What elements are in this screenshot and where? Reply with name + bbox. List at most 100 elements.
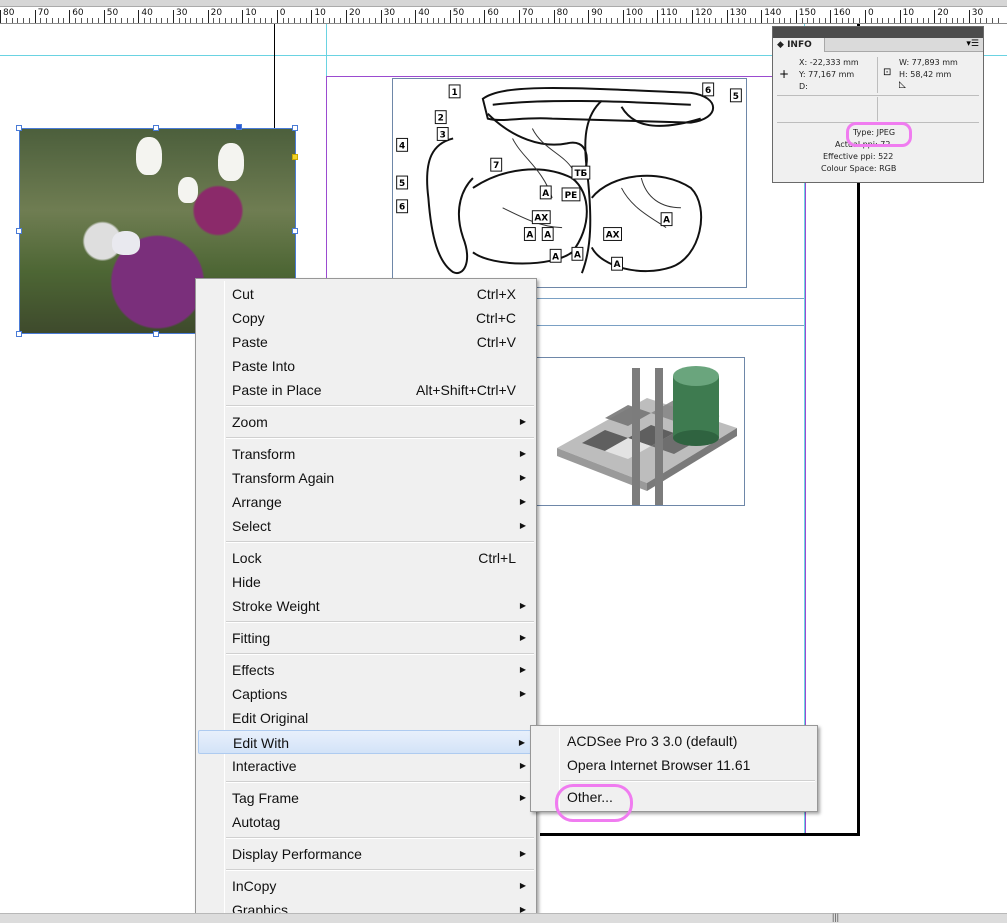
menu-item-effects[interactable]: Effects ▶ (198, 658, 534, 682)
context-menu[interactable]: Cut Ctrl+X Copy Ctrl+C Paste Ctrl+V Paste Into… (195, 278, 537, 923)
resize-handle[interactable] (153, 331, 159, 337)
submenu-arrow-icon: ▶ (519, 497, 526, 506)
panel-titlebar[interactable] (773, 27, 983, 38)
menu-item-paste-into[interactable]: Paste Into (198, 354, 534, 378)
ruler-minor-tick (409, 18, 411, 23)
ruler-tick (657, 10, 659, 23)
menu-item-label: Select (232, 518, 271, 534)
ruler-minor-tick (939, 18, 941, 23)
svg-text:A: A (526, 230, 533, 240)
svg-text:A: A (663, 216, 670, 226)
checker-shadow-image[interactable] (536, 357, 745, 506)
menu-item-stroke-weight[interactable]: Stroke Weight ▶ (198, 594, 534, 618)
ruler-minor-tick (951, 18, 953, 23)
submenu-item-opera-internet-browser-11-61[interactable]: Opera Internet Browser 11.61 (533, 753, 815, 777)
svg-text:A: A (542, 189, 549, 199)
ruler-label: 60 (487, 8, 499, 18)
ruler-minor-tick (294, 18, 296, 23)
ruler-minor-tick (501, 18, 503, 23)
menu-item-edit-with[interactable]: Edit With ▶ (198, 730, 534, 754)
resize-handle[interactable] (292, 228, 298, 234)
resize-handle[interactable] (16, 228, 22, 234)
ruler-minor-tick (807, 18, 809, 23)
ruler-label: 30 (383, 8, 396, 18)
menu-item-captions[interactable]: Captions ▶ (198, 682, 534, 706)
submenu-item-acdsee-pro-3-3-0-default[interactable]: ACDSee Pro 3 3.0 (default) (533, 729, 815, 753)
svg-text:5: 5 (733, 92, 739, 102)
menu-item-paste-in-place[interactable]: Paste in Place Alt+Shift+Ctrl+V (198, 378, 534, 402)
resize-handle[interactable] (16, 331, 22, 337)
ruler-tick (449, 10, 451, 23)
ruler-minor-tick (213, 18, 215, 23)
diagram-label: PE (561, 187, 581, 202)
menu-item-cut[interactable]: Cut Ctrl+X (198, 282, 534, 306)
menu-item-shortcut: Ctrl+X (476, 286, 516, 302)
ruler-minor-tick (755, 18, 757, 23)
resize-handle[interactable] (292, 125, 298, 131)
menu-item-incopy[interactable]: InCopy ▶ (198, 874, 534, 898)
panel-menu-icon[interactable]: ▾☰ (966, 39, 979, 49)
content-grabber-handle[interactable] (236, 124, 242, 130)
menu-item-paste[interactable]: Paste Ctrl+V (198, 330, 534, 354)
tab-info-label: INFO (787, 40, 812, 50)
anatomy-diagram-image[interactable]: 1 2 3 4 5 6 6 5 7 A AX A A PE ТБ A A AX A A (392, 78, 747, 288)
submenu-item-label: Opera Internet Browser 11.61 (567, 757, 751, 773)
menu-item-lock[interactable]: Lock Ctrl+L (198, 546, 534, 570)
ruler-label: 40 (418, 8, 430, 18)
ruler-tick (311, 10, 313, 23)
ruler-minor-tick (576, 18, 578, 23)
ruler-minor-tick (374, 18, 376, 23)
ruler-minor-tick (219, 18, 221, 23)
menu-separator (226, 837, 534, 839)
menu-item-label: Paste Into (232, 358, 296, 374)
diagram-label: A (541, 227, 554, 241)
menu-item-zoom[interactable]: Zoom ▶ (198, 410, 534, 434)
menu-item-display-performance[interactable]: Display Performance ▶ (198, 842, 534, 866)
horizontal-ruler[interactable]: 80 70 60 50 40 30 20 10 0 10 20 30 40 50 60 70 80 90 100 11… (0, 0, 1007, 24)
menu-item-tag-frame[interactable]: Tag Frame ▶ (198, 786, 534, 810)
menu-item-select[interactable]: Select ▶ (198, 514, 534, 538)
menu-item-transform-again[interactable]: Transform Again ▶ (198, 466, 534, 490)
live-corner-handle[interactable] (292, 154, 298, 160)
menu-item-autotag[interactable]: Autotag (198, 810, 534, 834)
menu-item-edit-original[interactable]: Edit Original (198, 706, 534, 730)
menu-item-interactive[interactable]: Interactive ▶ (198, 754, 534, 778)
ruler-label: 0 (279, 8, 286, 18)
diagram-label: A (660, 212, 673, 227)
horizontal-scrollbar[interactable]: ||| (0, 912, 1007, 923)
ruler-label: 100 (625, 8, 643, 18)
ruler-minor-tick (847, 18, 849, 23)
menu-item-hide[interactable]: Hide (198, 570, 534, 594)
tab-info[interactable]: ◆ INFO (773, 38, 825, 52)
ruler-minor-tick (478, 18, 480, 23)
ruler-minor-tick (663, 18, 665, 23)
resize-handle[interactable] (16, 125, 22, 131)
ruler-minor-tick (749, 18, 751, 23)
diagram-label: 1 (448, 84, 461, 99)
info-panel[interactable]: ◆ INFO ▾☰ + X: -22,333 mm Y: 77,167 mm D… (772, 26, 984, 183)
colour-space: Colour Space: RGB (821, 164, 897, 173)
menu-item-fitting[interactable]: Fitting ▶ (198, 626, 534, 650)
resize-handle[interactable] (153, 125, 159, 131)
menu-item-transform[interactable]: Transform ▶ (198, 442, 534, 466)
ruler-tick (173, 10, 174, 23)
ruler-label: 110 (660, 8, 678, 18)
ruler-tick (726, 10, 728, 23)
ruler-minor-tick (495, 18, 497, 23)
ruler-minor-tick (126, 18, 128, 23)
crosshair-icon: + (779, 67, 790, 81)
menu-item-label: Autotag (232, 814, 281, 830)
svg-text:A: A (614, 260, 621, 270)
ruler-minor-tick (997, 18, 999, 23)
ruler-tick (346, 10, 347, 23)
diagram-label: AX (531, 210, 551, 225)
menu-item-copy[interactable]: Copy Ctrl+C (198, 306, 534, 330)
ruler-minor-tick (524, 18, 526, 23)
ruler-minor-tick (945, 18, 947, 23)
ruler-minor-tick (980, 18, 982, 23)
diagram-label: 5 (729, 88, 742, 103)
ruler-minor-tick (841, 18, 843, 23)
ruler-minor-tick (259, 18, 261, 23)
menu-item-label: Arrange (232, 494, 282, 510)
menu-item-arrange[interactable]: Arrange ▶ (198, 490, 534, 514)
